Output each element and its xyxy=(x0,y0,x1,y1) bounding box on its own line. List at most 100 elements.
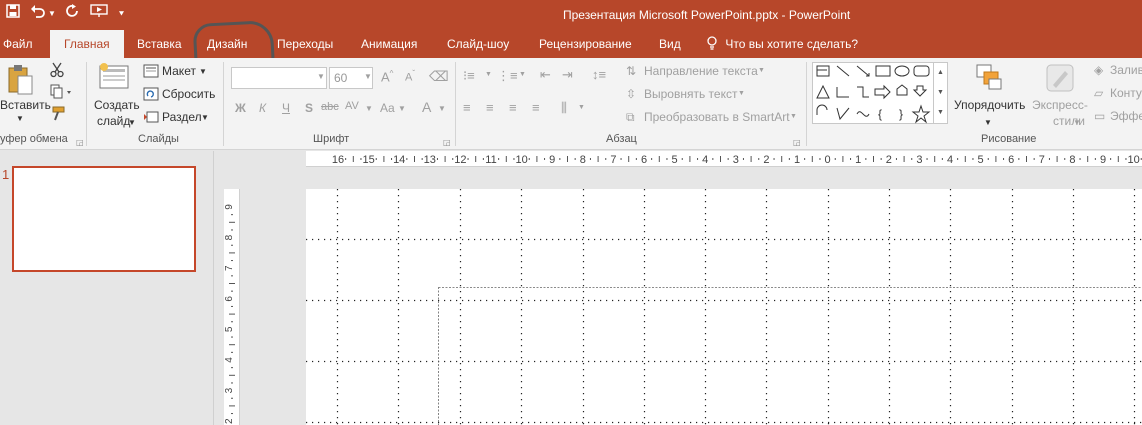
paste-icon[interactable] xyxy=(6,64,36,95)
arrange-dropdown-icon[interactable]: ▼ xyxy=(984,118,992,127)
align-center-icon[interactable]: ≡ xyxy=(486,100,494,115)
italic-button[interactable]: К xyxy=(259,101,266,115)
bold-button[interactable]: Ж xyxy=(235,101,246,115)
smartart-icon: ⧉ xyxy=(626,110,635,124)
shapes-gallery-scroll[interactable]: ▲ ▼ ▼ xyxy=(934,62,948,124)
clipboard-launcher-icon[interactable]: ◲ xyxy=(76,138,84,147)
copy-icon[interactable] xyxy=(50,84,72,103)
font-name-input[interactable] xyxy=(231,67,327,89)
paste-button[interactable]: Вставить xyxy=(0,98,51,112)
clear-formatting-icon[interactable]: ⌫ xyxy=(429,68,449,85)
new-slide-label-2[interactable]: слайд xyxy=(97,114,130,128)
smartart-dropdown-icon[interactable]: ▼ xyxy=(790,113,797,120)
reset-icon xyxy=(143,87,159,104)
shape-outline-button[interactable]: Конту xyxy=(1110,86,1142,100)
slide-canvas[interactable] xyxy=(306,189,1142,425)
quick-styles-icon[interactable] xyxy=(1045,63,1075,93)
shapes-gallery[interactable]: { } xyxy=(812,62,934,124)
align-right-icon[interactable]: ≡ xyxy=(509,100,517,115)
ruler-label: 1 xyxy=(794,154,800,166)
window-title: Презентация Microsoft PowerPoint.pptx - … xyxy=(563,8,851,22)
font-color-dropdown-icon[interactable]: ▼ xyxy=(438,104,446,113)
convert-smartart-button[interactable]: Преобразовать в SmartArt xyxy=(644,110,790,124)
undo-dropdown-icon[interactable]: ▼ xyxy=(48,4,56,24)
numbering-dropdown-icon[interactable]: ▼ xyxy=(519,71,526,78)
shrink-font-icon[interactable]: Aˇ xyxy=(405,69,415,84)
tell-me-box[interactable]: Что вы хотите сделать? xyxy=(706,30,858,58)
paragraph-launcher-icon[interactable]: ◲ xyxy=(793,138,801,147)
change-case-button[interactable]: Aa xyxy=(380,101,395,115)
ruler-label: 7 xyxy=(610,154,616,166)
ruler-label: 7 xyxy=(1039,154,1045,166)
start-from-beginning-icon[interactable] xyxy=(90,4,108,24)
tab-review[interactable]: Рецензирование xyxy=(539,30,632,58)
align-text-button[interactable]: Выровнять текст xyxy=(644,87,737,101)
shape-effects-button[interactable]: Эффе xyxy=(1110,109,1142,123)
cut-icon[interactable] xyxy=(50,62,64,81)
section-dropdown-icon[interactable]: ▼ xyxy=(201,113,209,122)
layout-dropdown-icon[interactable]: ▼ xyxy=(199,67,207,76)
underline-button[interactable]: Ч xyxy=(282,101,290,115)
format-painter-icon[interactable] xyxy=(50,106,66,125)
text-direction-button[interactable]: Направление текста xyxy=(644,64,758,78)
gallery-down-icon[interactable]: ▼ xyxy=(934,83,947,103)
new-slide-icon[interactable] xyxy=(99,63,129,93)
tab-transitions[interactable]: Переходы xyxy=(277,30,333,58)
gallery-more-icon[interactable]: ▼ xyxy=(934,103,947,123)
save-icon[interactable] xyxy=(6,4,20,24)
numbering-icon[interactable]: ⋮≡ xyxy=(497,68,518,84)
tell-me-text: Что вы хотите сделать? xyxy=(725,37,858,51)
new-slide-dropdown-icon[interactable]: ▼ xyxy=(128,118,136,127)
font-name-dropdown-icon[interactable]: ▼ xyxy=(317,72,325,81)
arrange-button[interactable]: Упорядочить xyxy=(954,98,1025,112)
slide-thumbnail[interactable] xyxy=(12,166,196,272)
strikethrough-button[interactable]: abc xyxy=(321,101,339,113)
ruler-label: 15 xyxy=(362,154,374,166)
line-spacing-icon[interactable]: ↕≡ xyxy=(592,67,606,82)
columns-dropdown-icon[interactable]: ▼ xyxy=(578,104,585,111)
shadow-button[interactable]: S xyxy=(305,101,313,115)
reset-button[interactable]: Сбросить xyxy=(162,87,215,101)
font-size-dropdown-icon[interactable]: ▼ xyxy=(364,72,372,81)
section-button[interactable]: Раздел xyxy=(162,110,202,124)
paste-dropdown-icon[interactable]: ▼ xyxy=(16,114,24,123)
case-dropdown-icon[interactable]: ▼ xyxy=(398,104,406,113)
tab-animations[interactable]: Анимация xyxy=(361,30,417,58)
horizontal-ruler[interactable]: 16 15 14 13 12 11 10 9 8 7 6 5 4 3 2 1 0 1 2 3 4 5 6 7 8 9 10 xyxy=(306,151,1142,167)
text-direction-dropdown-icon[interactable]: ▼ xyxy=(758,67,765,74)
decrease-indent-icon[interactable]: ⇤ xyxy=(540,67,551,83)
tab-insert[interactable]: Вставка xyxy=(137,30,182,58)
shape-outline-icon: ▱ xyxy=(1094,86,1104,100)
tab-slideshow[interactable]: Слайд-шоу xyxy=(447,30,509,58)
section-icon xyxy=(143,110,159,127)
spacing-dropdown-icon[interactable]: ▼ xyxy=(365,104,373,113)
ruler-label: 8 xyxy=(1069,154,1075,166)
font-launcher-icon[interactable]: ◲ xyxy=(443,138,451,147)
vertical-ruler[interactable]: 9 8 7 6 5 4 3 2 xyxy=(224,189,240,425)
columns-icon[interactable]: ⫼ xyxy=(561,100,567,116)
grow-font-icon[interactable]: A^ xyxy=(381,69,393,84)
character-spacing-button[interactable]: AV xyxy=(345,100,359,112)
align-text-dropdown-icon[interactable]: ▼ xyxy=(738,90,745,97)
font-color-button[interactable]: A xyxy=(422,99,431,115)
new-slide-label[interactable]: Создать xyxy=(94,98,140,112)
increase-indent-icon[interactable]: ⇥ xyxy=(562,67,573,83)
quick-styles-button[interactable]: Экспресс- xyxy=(1032,98,1088,112)
bullets-dropdown-icon[interactable]: ▼ xyxy=(485,71,492,78)
tab-file[interactable]: Файл xyxy=(3,30,33,58)
customize-qat-icon[interactable]: ⯆ xyxy=(118,4,125,24)
justify-icon[interactable]: ≡ xyxy=(532,100,540,115)
tab-home[interactable]: Главная xyxy=(50,30,124,58)
tab-view[interactable]: Вид xyxy=(659,30,681,58)
bullets-icon[interactable]: ⁝≡ xyxy=(463,68,475,84)
ruler-label: 5 xyxy=(672,154,678,166)
layout-button[interactable]: Макет xyxy=(162,64,196,78)
align-left-icon[interactable]: ≡ xyxy=(463,100,471,115)
quick-styles-dropdown-icon[interactable]: ▼ xyxy=(1073,118,1081,127)
ruler-label: 1 xyxy=(855,154,861,166)
gallery-up-icon[interactable]: ▲ xyxy=(934,63,947,83)
redo-icon[interactable] xyxy=(66,4,80,24)
arrange-icon[interactable] xyxy=(975,63,1005,93)
shape-fill-button[interactable]: Залив xyxy=(1110,63,1142,77)
undo-icon[interactable] xyxy=(30,4,46,24)
